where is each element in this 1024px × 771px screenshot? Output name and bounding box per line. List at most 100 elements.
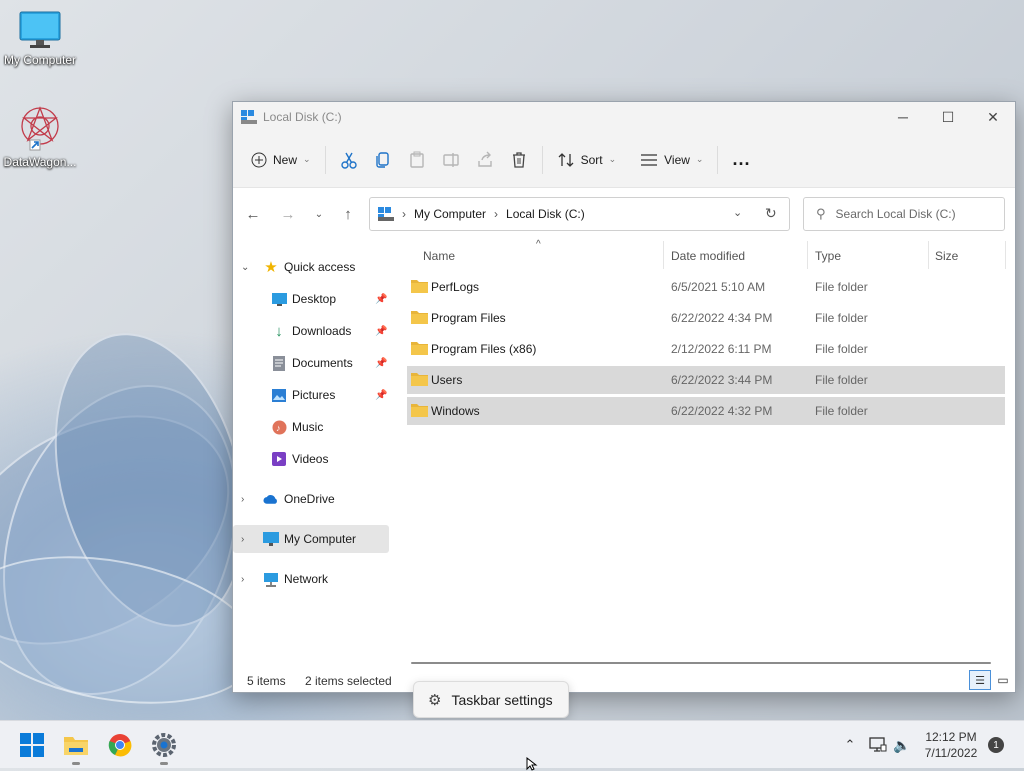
chevron-right-icon[interactable]: › — [241, 534, 244, 545]
horizontal-scrollbar[interactable] — [411, 662, 991, 664]
pin-icon[interactable]: 📌 — [375, 390, 387, 401]
drive-icon — [241, 110, 257, 124]
star-icon: ★ — [264, 259, 278, 276]
sidebar-item-label: OneDrive — [284, 492, 335, 506]
pin-icon[interactable]: 📌 — [375, 358, 387, 369]
new-button[interactable]: New ⌄ — [243, 144, 319, 176]
taskbar: ⌃ 🔈 12:12 PM 7/11/2022 1 — [0, 720, 1024, 768]
column-type[interactable]: Type — [815, 249, 841, 263]
column-size[interactable]: Size — [935, 249, 958, 263]
network-status-icon[interactable] — [866, 721, 890, 769]
view-label: View — [664, 152, 690, 167]
more-options-button[interactable]: ... — [724, 144, 758, 176]
address-bar[interactable]: › My Computer › Local Disk (C:) ⌄ ↻ — [369, 197, 790, 231]
sidebar-item-documents[interactable]: Documents 📌 — [233, 349, 389, 377]
breadcrumb-my-computer[interactable]: My Computer — [414, 207, 486, 221]
table-row[interactable]: Users 6/22/2022 3:44 PM File folder — [407, 366, 1005, 394]
folder-icon — [411, 373, 428, 386]
clock-time: 12:12 PM — [925, 730, 977, 744]
title-bar[interactable]: Local Disk (C:) ─ ☐ ✕ — [233, 102, 1015, 132]
file-name: PerfLogs — [431, 280, 480, 294]
clock[interactable]: 12:12 PM 7/11/2022 — [916, 721, 986, 769]
sidebar-item-onedrive[interactable]: › OneDrive — [233, 485, 389, 513]
taskbar-file-explorer[interactable] — [56, 729, 96, 765]
minimize-button[interactable]: ─ — [880, 102, 926, 132]
trash-icon — [512, 151, 525, 168]
paste-button[interactable] — [400, 144, 434, 176]
breadcrumb-local-disk[interactable]: Local Disk (C:) — [506, 207, 585, 221]
notification-badge[interactable]: 1 — [986, 721, 1006, 769]
navigation-pane: ⌄ ★ Quick access Desktop 📌 ↓ Downloads 📌… — [233, 241, 391, 668]
search-input[interactable]: ⚲ Search Local Disk (C:) — [803, 197, 1005, 231]
volume-icon[interactable]: 🔈 — [890, 721, 914, 769]
separator — [324, 145, 326, 174]
pin-icon[interactable]: 📌 — [375, 294, 387, 305]
close-button[interactable]: ✕ — [970, 102, 1016, 132]
breadcrumb-separator-icon: › — [494, 207, 499, 221]
sidebar-item-label: Quick access — [284, 260, 356, 274]
recent-locations-button[interactable]: ⌄ — [305, 200, 333, 228]
chevron-right-icon[interactable]: › — [241, 574, 244, 585]
network-icon — [263, 571, 279, 587]
table-row[interactable]: Windows 6/22/2022 4:32 PM File folder — [407, 397, 1005, 425]
svg-text:♪: ♪ — [276, 423, 281, 433]
sidebar-item-quick-access[interactable]: ⌄ ★ Quick access — [233, 253, 389, 281]
forward-button[interactable]: → — [274, 200, 302, 228]
column-name[interactable]: Name — [423, 249, 455, 263]
chevron-down-icon[interactable]: ⌄ — [241, 262, 249, 273]
taskbar-settings-label: Taskbar settings — [451, 691, 553, 708]
preview-view-button[interactable]: ▭ — [993, 670, 1013, 690]
sidebar-item-desktop[interactable]: Desktop 📌 — [233, 285, 389, 313]
maximize-button[interactable]: ☐ — [925, 102, 971, 132]
address-dropdown-icon[interactable]: ⌄ — [733, 206, 742, 219]
chrome-icon — [108, 734, 132, 757]
taskbar-settings-menu-item[interactable]: ⚙ Taskbar settings — [413, 681, 569, 718]
desktop-icon-datawagon[interactable]: DataWagon... — [0, 104, 80, 169]
view-button[interactable]: View ⌄ — [632, 144, 711, 176]
sidebar-item-pictures[interactable]: Pictures 📌 — [233, 381, 389, 409]
start-button[interactable] — [12, 729, 52, 761]
file-date: 6/5/2021 5:10 AM — [671, 280, 766, 294]
paste-icon — [409, 151, 424, 168]
column-headers: Name ^ Date modified Type Size — [391, 239, 1015, 271]
sidebar-item-network[interactable]: › Network — [233, 565, 389, 593]
show-hidden-icons-button[interactable]: ⌃ — [838, 721, 862, 769]
scissors-icon — [340, 152, 357, 169]
taskbar-settings[interactable] — [144, 729, 184, 765]
sort-button[interactable]: Sort ⌄ — [549, 144, 625, 176]
item-count: 5 items — [247, 674, 286, 688]
sidebar-item-my-computer[interactable]: › My Computer — [233, 525, 389, 553]
command-bar: New ⌄ Sort ⌄ View ⌄ ... — [233, 132, 1015, 188]
sidebar-item-label: Network — [284, 572, 329, 586]
sort-label: Sort — [580, 152, 603, 167]
share-button[interactable] — [468, 144, 502, 176]
details-view-button[interactable]: ☰ — [969, 670, 991, 690]
taskbar-chrome[interactable] — [100, 729, 140, 761]
monitor-icon — [19, 11, 61, 48]
file-date: 2/12/2022 6:11 PM — [671, 342, 772, 356]
back-button[interactable]: ← — [239, 200, 267, 228]
column-date-modified[interactable]: Date modified — [671, 249, 745, 263]
sidebar-item-downloads[interactable]: ↓ Downloads 📌 — [233, 317, 389, 345]
running-indicator — [160, 762, 168, 765]
cut-button[interactable] — [332, 144, 366, 176]
mouse-cursor-icon — [526, 757, 538, 771]
desktop-icon-my-computer[interactable]: My Computer — [0, 10, 80, 67]
file-type: File folder — [815, 373, 868, 387]
sidebar-item-music[interactable]: ♪ Music — [233, 413, 389, 441]
delete-button[interactable] — [502, 144, 536, 176]
sidebar-item-videos[interactable]: Videos — [233, 445, 389, 473]
explorer-window: Local Disk (C:) ─ ☐ ✕ New ⌄ Sort ⌄ View … — [232, 101, 1016, 693]
rename-button[interactable] — [434, 144, 468, 176]
notification-count: 1 — [988, 737, 1004, 753]
chevron-right-icon[interactable]: › — [241, 494, 244, 505]
table-row[interactable]: Program Files 6/22/2022 4:34 PM File folde… — [407, 304, 1005, 332]
refresh-icon[interactable]: ↻ — [765, 205, 777, 222]
sidebar-item-label: Pictures — [292, 388, 336, 402]
table-row[interactable]: PerfLogs 6/5/2021 5:10 AM File folder — [407, 273, 1005, 301]
up-button[interactable]: ↑ — [334, 200, 362, 228]
pin-icon[interactable]: 📌 — [375, 326, 387, 337]
table-row[interactable]: Program Files (x86) 2/12/2022 6:11 PM File… — [407, 335, 1005, 363]
copy-button[interactable] — [366, 144, 400, 176]
sidebar-item-label: Documents — [292, 356, 353, 370]
